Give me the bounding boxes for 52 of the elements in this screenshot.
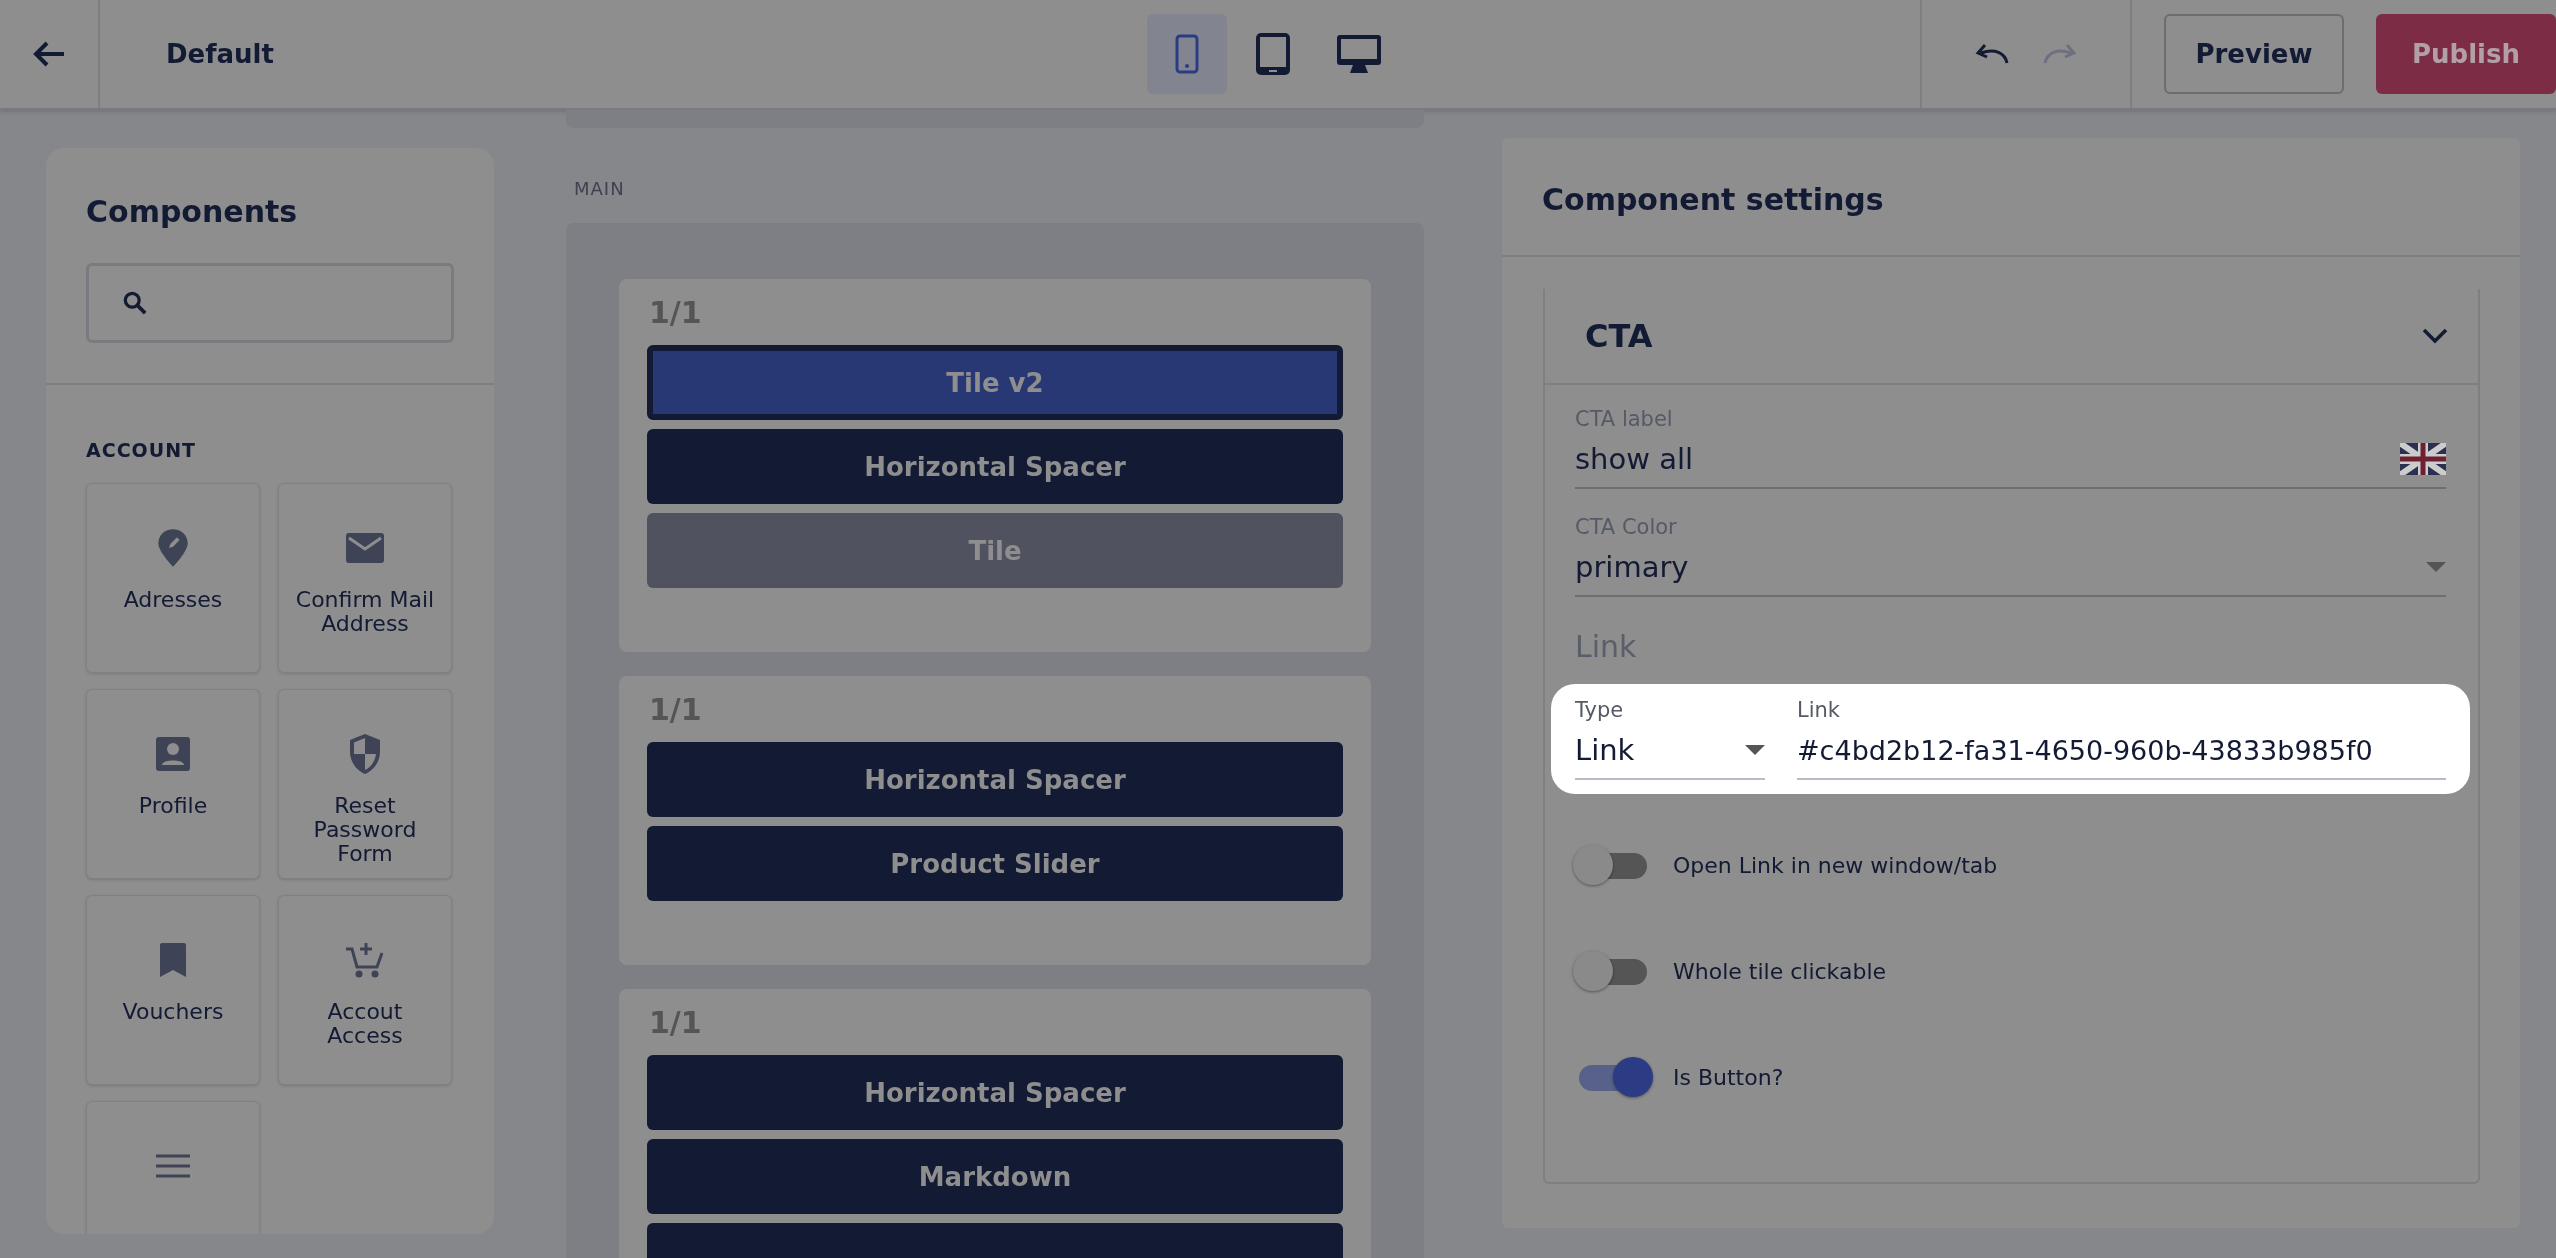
component-tile[interactable]: Profile <box>86 689 260 879</box>
toggle-label: Is Button? <box>1673 1064 1784 1090</box>
area-label: MAIN <box>574 178 626 199</box>
component-block[interactable]: Horizontal Spacer <box>647 742 1343 817</box>
category-heading: ACCOUNT <box>85 438 198 461</box>
dropdown-caret-icon <box>2426 562 2446 572</box>
panel-title: Component settings <box>1502 138 2520 257</box>
component-block[interactable]: Horizontal Spacer <box>647 1055 1343 1130</box>
phone-icon <box>1175 34 1199 74</box>
monitor-icon <box>1337 35 1381 73</box>
component-tile[interactable]: Reset Password Form <box>278 689 452 879</box>
accordion-header[interactable]: CTA <box>1545 289 2478 385</box>
column-ratio: 1/1 <box>649 295 703 330</box>
back-arrow-icon <box>33 41 65 67</box>
tablet-icon <box>1256 33 1290 75</box>
undo-icon <box>1975 43 2009 65</box>
add-to-cart-icon <box>346 941 384 979</box>
component-tile[interactable]: Confirm Mail Address <box>278 483 452 673</box>
envelope-icon <box>346 533 384 563</box>
toggle-label: Whole tile clickable <box>1673 958 1887 984</box>
column-ratio: 1/1 <box>649 692 703 727</box>
text-field[interactable]: Link #c4bd2b12-fa31-4650-960b-43833b985f0 <box>1797 698 2446 780</box>
search-field[interactable] <box>86 263 454 343</box>
shield-icon <box>348 734 382 774</box>
dropdown-caret-icon <box>1745 745 1765 755</box>
panel-title: Components <box>85 193 299 229</box>
select-field[interactable]: CTA Color primary <box>1575 515 2446 597</box>
component-block[interactable]: Markdown <box>647 1139 1343 1214</box>
component-block[interactable]: Product Slider <box>647 826 1343 901</box>
device-button[interactable] <box>1147 14 1227 94</box>
toggle-label: Open Link in new window/tab <box>1673 852 1998 878</box>
column-ratio: 1/1 <box>649 1005 703 1040</box>
search-icon <box>123 290 147 316</box>
page-title: Default <box>166 39 275 69</box>
component-tile[interactable] <box>86 1101 260 1234</box>
contact-card-icon <box>156 737 190 771</box>
chevron-icon <box>2422 328 2448 344</box>
undo-button[interactable] <box>1975 43 2009 65</box>
publish-button[interactable]: Publish <box>2376 14 2556 94</box>
component-block[interactable]: Horizontal Spacer <box>647 429 1343 504</box>
menu-icon <box>156 1154 190 1178</box>
map-pin-icon <box>157 529 189 567</box>
redo-icon <box>2043 43 2077 65</box>
select-field[interactable]: Type Link <box>1575 698 1765 780</box>
text-field[interactable]: CTA label show all <box>1575 407 2446 489</box>
component-tile[interactable]: Accout Access <box>278 895 452 1085</box>
component-tile[interactable]: Adresses <box>86 483 260 673</box>
bookmark-icon <box>160 943 186 977</box>
component-block[interactable]: Tile v2 <box>647 345 1343 420</box>
component-tile[interactable]: Vouchers <box>86 895 260 1085</box>
preview-button[interactable]: Preview <box>2164 14 2344 94</box>
flag-icon <box>2400 443 2446 475</box>
